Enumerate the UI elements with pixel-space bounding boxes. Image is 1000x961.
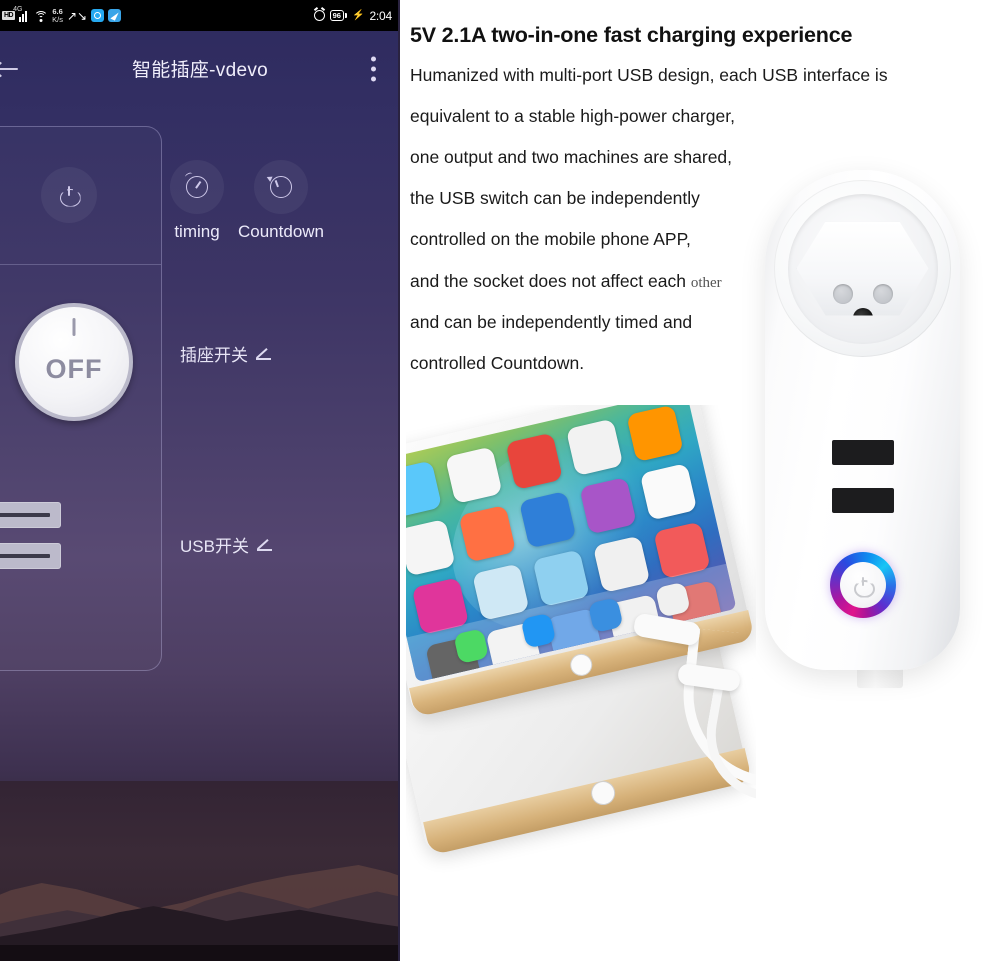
battery-percent: 96 <box>329 10 344 21</box>
back-arrow-icon[interactable] <box>0 61 18 77</box>
paragraph-line: Humanized with multi-port USB design, ea… <box>410 64 888 85</box>
usb-port-2 <box>831 488 894 513</box>
charging-bolt-icon: ⚡ <box>351 9 365 21</box>
tablets-charging-photo <box>406 405 756 950</box>
control-card: OFF <box>0 126 162 671</box>
status-bar-left: HD 4G 6.6 K/s ↗↘ <box>2 6 314 23</box>
dock-icon <box>452 628 489 665</box>
wifi-icon <box>34 10 49 22</box>
countdown-label: Countdown <box>238 222 325 241</box>
description-panel: 5V 2.1A two-in-one fast charging experie… <box>402 0 1000 961</box>
knob-state-label: OFF <box>45 353 103 384</box>
app-icon-blue <box>91 9 105 22</box>
led-power-button <box>829 552 896 618</box>
status-bar-clock: 2:04 <box>369 8 392 23</box>
usb-toggle-1[interactable] <box>0 502 61 528</box>
dock-icon <box>587 597 624 634</box>
network-type-label: 4G <box>13 5 23 13</box>
app-icon <box>458 504 517 563</box>
socket-switch-row-label[interactable]: 插座开关 <box>180 341 271 366</box>
dock-icon <box>654 581 691 618</box>
app-icon <box>406 460 443 518</box>
signal-icon: 4G <box>13 6 30 22</box>
timer-button-group: timing Countdown <box>170 160 324 242</box>
usb-toggle-group <box>0 502 61 584</box>
power-button[interactable] <box>41 167 97 223</box>
serif-word: other <box>690 274 722 291</box>
power-icon <box>854 576 871 594</box>
paragraph-line: and can be independently timed and <box>410 311 693 332</box>
paragraph-line: controlled Countdown. <box>410 352 585 373</box>
phone-screenshot: HD 4G 6.6 K/s ↗↘ 96 ⚡ 2:04 智能插座-vdevo OF… <box>0 0 400 961</box>
paragraph-line-with-serif: and the socket does not affect each othe… <box>410 261 984 302</box>
countdown-button-circle <box>254 160 308 214</box>
knob-tick-icon <box>72 318 76 336</box>
tablet-back-gold-edge <box>423 748 753 856</box>
power-icon <box>60 185 79 205</box>
paragraph-line: controlled on the mobile phone APP, <box>410 229 691 250</box>
socket-switch-label: 插座开关 <box>180 346 248 365</box>
usb-port-1 <box>831 440 894 465</box>
angle-edit-icon[interactable] <box>256 538 272 551</box>
countdown-button[interactable]: Countdown <box>238 160 324 242</box>
timing-button[interactable]: timing <box>170 160 224 242</box>
paragraph-line: equivalent to a stable high-power charge… <box>410 106 735 126</box>
dock-icon <box>519 612 556 649</box>
app-icon <box>639 463 698 521</box>
timing-button-circle <box>170 160 224 214</box>
app-icon-cyan <box>108 9 122 22</box>
countdown-icon <box>270 176 292 198</box>
alarm-icon <box>313 10 325 21</box>
status-bar: HD 4G 6.6 K/s ↗↘ 96 ⚡ 2:04 <box>0 0 398 31</box>
phone-wallpaper <box>0 781 398 961</box>
wallpaper-base <box>0 945 398 961</box>
usb-toggle-2[interactable] <box>0 543 61 569</box>
paragraph-line: the USB switch can be independently <box>410 188 700 209</box>
socket-switch-knob[interactable]: OFF <box>15 303 133 421</box>
battery-icon: 96 <box>329 10 347 21</box>
app-icon <box>518 490 577 549</box>
led-button-inner <box>839 562 886 608</box>
angle-edit-icon[interactable] <box>256 347 271 360</box>
app-icon <box>445 446 503 504</box>
kebab-menu-icon[interactable] <box>367 52 380 85</box>
missed-call-icon: ↗↘ <box>66 8 88 23</box>
description-paragraph: Humanized with multi-port USB design, ea… <box>410 55 984 384</box>
usb-switch-label: USB开关 <box>180 537 249 556</box>
app-icon <box>626 405 684 463</box>
data-rate-unit: K/s <box>52 14 63 24</box>
timer-icon <box>186 176 208 198</box>
timing-label: timing <box>174 222 220 241</box>
usb-switch-row-label[interactable]: USB开关 <box>180 532 272 557</box>
app-icon <box>565 418 624 477</box>
app-icon <box>505 432 563 491</box>
card-divider <box>0 264 161 265</box>
status-bar-right: 96 ⚡ 2:04 <box>313 8 392 23</box>
paragraph-line-text: and the socket does not affect each <box>410 270 691 291</box>
app-icon <box>406 518 456 577</box>
data-rate-indicator: 6.6 K/s <box>52 8 63 23</box>
app-icon <box>579 476 637 535</box>
page-title: 智能插座-vdevo <box>131 60 269 81</box>
headline: 5V 2.1A two-in-one fast charging experie… <box>410 23 853 47</box>
app-bar: 智能插座-vdevo <box>0 31 398 106</box>
product-listing-page: HD 4G 6.6 K/s ↗↘ 96 ⚡ 2:04 智能插座-vdevo OF… <box>0 0 1000 961</box>
paragraph-line: one output and two machines are shared, <box>410 147 733 168</box>
